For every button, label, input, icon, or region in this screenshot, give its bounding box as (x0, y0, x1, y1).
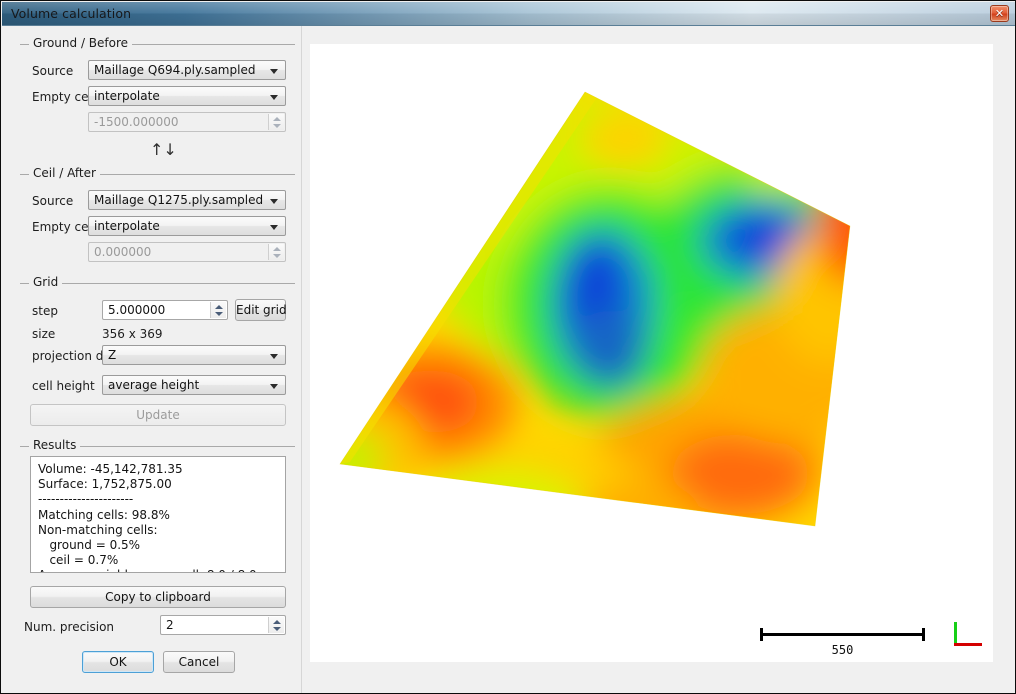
copy-to-clipboard-button[interactable]: Copy to clipboard (30, 586, 286, 608)
ceil-height-spinbox[interactable]: 0.000000 (88, 242, 286, 262)
grid-step-label: step (32, 304, 58, 318)
grid-size-label: size (32, 327, 56, 341)
ground-empty-cells-value: interpolate (94, 89, 160, 103)
chevron-down-icon (270, 95, 278, 100)
spin-down-icon (272, 254, 281, 258)
num-precision-value: 2 (166, 618, 174, 632)
results-text: Volume: -45,142,781.35 Surface: 1,752,87… (30, 456, 286, 573)
scale-bar-cap-left (760, 628, 763, 641)
scale-bar-cap-right (922, 628, 925, 641)
close-button[interactable]: ✕ (990, 5, 1009, 22)
ceil-source-value: Maillage Q1275.ply.sampled (94, 193, 264, 207)
height-map-render (339, 91, 851, 527)
ok-button[interactable]: OK (82, 651, 154, 673)
ground-source-value: Maillage Q694.ply.sampled (94, 63, 256, 77)
ceil-after-group-title: Ceil / After (29, 166, 100, 180)
chevron-down-icon (270, 354, 278, 359)
update-button[interactable]: Update (30, 404, 286, 426)
dialog-body: Ground / Before Source Maillage Q694.ply… (2, 26, 1015, 693)
ground-height-stepper[interactable] (268, 114, 284, 130)
spin-down-icon (272, 627, 281, 631)
spin-up-icon (272, 247, 281, 251)
ceil-empty-cells-combo[interactable]: interpolate (88, 216, 286, 236)
scale-bar: 550 (760, 627, 930, 661)
3d-viewport[interactable]: 550 Height above ground 88.4871.4354.383… (310, 44, 993, 662)
ceil-source-label: Source (32, 194, 74, 208)
spin-up-icon (272, 620, 281, 624)
ceil-source-combo[interactable]: Maillage Q1275.ply.sampled (88, 190, 286, 210)
ground-source-label: Source (32, 64, 74, 78)
chevron-down-icon (270, 384, 278, 389)
projection-dir-combo[interactable]: Z (102, 345, 286, 365)
cell-height-combo[interactable]: average height (102, 375, 286, 395)
titlebar-gloss (2, 2, 1015, 25)
ground-empty-cells-combo[interactable]: interpolate (88, 86, 286, 106)
num-precision-label: Num. precision (24, 620, 115, 634)
spin-up-icon (214, 305, 223, 309)
ceil-height-value: 0.000000 (94, 245, 152, 259)
grid-step-value: 5.000000 (108, 303, 166, 317)
ground-before-group-title: Ground / Before (29, 36, 133, 50)
spin-up-icon (272, 117, 281, 121)
ceil-empty-cells-value: interpolate (94, 219, 160, 233)
edit-grid-button[interactable]: Edit grid (235, 299, 287, 321)
ceil-height-stepper[interactable] (268, 244, 284, 260)
window-titlebar: Volume calculation ✕ (2, 2, 1015, 26)
scale-bar-line (760, 633, 925, 636)
spin-down-icon (214, 312, 223, 316)
chevron-down-icon (270, 199, 278, 204)
ground-height-value: -1500.000000 (94, 115, 179, 129)
ground-source-combo[interactable]: Maillage Q694.ply.sampled (88, 60, 286, 80)
results-group-title: Results (29, 438, 81, 452)
close-icon: ✕ (994, 7, 1005, 20)
chevron-down-icon (270, 225, 278, 230)
num-precision-spinbox[interactable]: 2 (160, 615, 286, 635)
grid-step-stepper[interactable] (210, 302, 226, 318)
projection-dir-value: Z (108, 348, 117, 362)
grid-step-spinbox[interactable]: 5.000000 (102, 300, 228, 320)
cancel-button[interactable]: Cancel (163, 651, 235, 673)
window-title: Volume calculation (11, 6, 132, 21)
swap-ground-ceil-button[interactable]: ↑↓ (150, 142, 177, 158)
axis-x-red (954, 643, 982, 646)
ground-height-spinbox[interactable]: -1500.000000 (88, 112, 286, 132)
grid-size-value: 356 x 369 (102, 327, 163, 341)
num-precision-stepper[interactable] (268, 617, 284, 633)
grid-group-title: Grid (29, 275, 63, 289)
cell-height-value: average height (108, 378, 200, 392)
chevron-down-icon (270, 69, 278, 74)
scale-bar-label: 550 (831, 643, 854, 657)
settings-panel: Ground / Before Source Maillage Q694.ply… (2, 26, 302, 693)
cell-height-label: cell height (32, 379, 95, 393)
xy-axis-gizmo-icon (954, 622, 990, 658)
volume-calculation-dialog: Volume calculation ✕ Ground / Before Sou… (0, 0, 1016, 694)
spin-down-icon (272, 124, 281, 128)
